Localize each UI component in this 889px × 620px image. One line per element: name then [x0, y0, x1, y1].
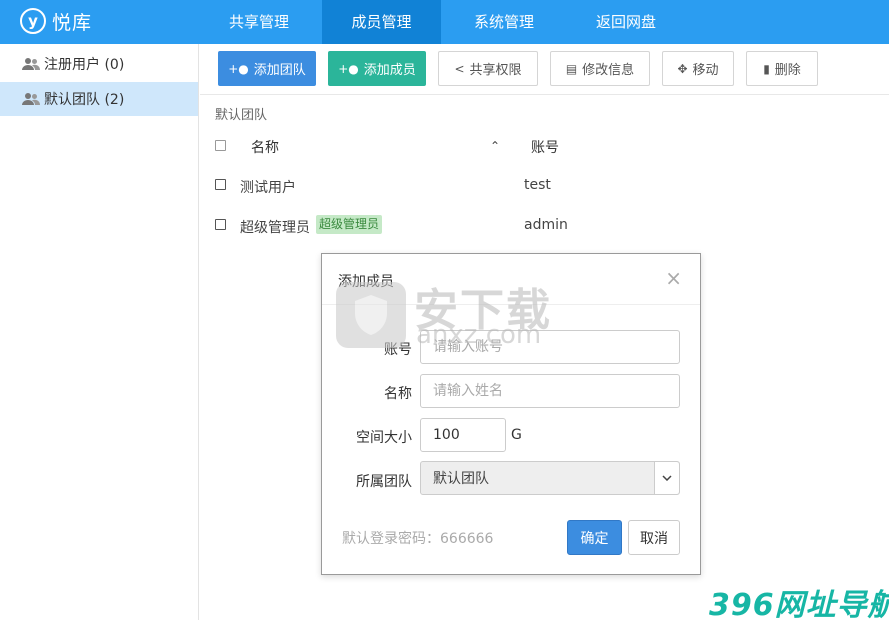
edit-info-label: 修改信息	[582, 63, 635, 78]
logo-text: 悦库	[52, 11, 93, 34]
select-all-checkbox[interactable]	[215, 140, 226, 151]
dialog-title: 添加成员	[338, 274, 394, 290]
table-row-account: admin	[524, 217, 568, 233]
move-button[interactable]: ✥ 移动	[662, 51, 734, 86]
space-size-label: 空间大小	[356, 430, 412, 446]
sidebar-item-default-team[interactable]: 默认团队 (2)	[0, 82, 198, 116]
space-unit: G	[511, 427, 522, 443]
row-checkbox[interactable]	[215, 179, 226, 190]
add-member-label: 添加成员	[363, 63, 416, 78]
delete-button[interactable]: ▮ 删除	[746, 51, 818, 86]
confirm-button[interactable]: 确定	[567, 520, 622, 555]
move-icon: ✥	[677, 61, 688, 76]
default-password-hint: 默认登录密码：666666	[342, 531, 494, 547]
nav-share-management[interactable]: 共享管理	[200, 0, 318, 44]
app-logo[interactable]: y 悦库	[20, 6, 92, 36]
top-nav-bar: y 悦库 共享管理 成员管理 系统管理 返回网盘	[0, 0, 889, 44]
team-select-value: 默认团队	[433, 471, 489, 487]
toolbar-divider	[200, 94, 889, 95]
users-icon	[22, 93, 40, 105]
nav-system-management[interactable]: 系统管理	[445, 0, 563, 44]
edit-icon: ▤	[565, 61, 578, 76]
cancel-button[interactable]: 取消	[628, 520, 680, 555]
team-select[interactable]: 默认团队	[420, 461, 680, 495]
trash-icon: ▮	[763, 61, 770, 76]
delete-label: 删除	[774, 63, 801, 78]
name-input[interactable]	[420, 374, 680, 408]
table-row-name[interactable]: 超级管理员	[240, 217, 310, 237]
add-user-icon: +●	[338, 61, 359, 76]
space-size-input[interactable]	[420, 418, 506, 452]
logo-icon: y	[20, 8, 46, 34]
column-header-name[interactable]: 名称	[251, 137, 279, 157]
add-team-button[interactable]: +● 添加团队	[218, 51, 316, 86]
sidebar: 注册用户 (0) 默认团队 (2)	[0, 44, 199, 620]
dialog-divider	[322, 304, 700, 305]
edit-info-button[interactable]: ▤ 修改信息	[550, 51, 650, 86]
share-icon: <	[454, 61, 465, 76]
close-icon[interactable]: ×	[665, 266, 682, 290]
account-input[interactable]	[420, 330, 680, 364]
admin-badge: 超级管理员	[316, 215, 383, 234]
nav-member-management[interactable]: 成员管理	[322, 0, 441, 44]
share-permission-button[interactable]: < 共享权限	[438, 51, 538, 86]
move-label: 移动	[692, 63, 719, 78]
row-checkbox[interactable]	[215, 219, 226, 230]
name-label: 名称	[384, 386, 412, 402]
add-user-icon: +●	[228, 61, 249, 76]
breadcrumb: 默认团队	[215, 108, 268, 123]
account-label: 账号	[384, 342, 412, 358]
chevron-down-icon	[654, 462, 679, 494]
table-row-name[interactable]: 测试用户	[240, 177, 296, 197]
users-icon	[22, 58, 40, 70]
sort-asc-icon[interactable]: ⌃	[490, 139, 500, 153]
nav-back-to-drive[interactable]: 返回网盘	[567, 0, 685, 44]
sidebar-item-label: 注册用户 (0)	[44, 57, 125, 73]
share-permission-label: 共享权限	[469, 63, 522, 78]
sidebar-item-registered-users[interactable]: 注册用户 (0)	[0, 47, 198, 81]
column-header-account[interactable]: 账号	[531, 137, 559, 157]
add-team-label: 添加团队	[253, 63, 306, 78]
sidebar-item-label: 默认团队 (2)	[44, 92, 125, 108]
site-watermark: 396网址导航	[709, 588, 889, 620]
add-member-button[interactable]: +● 添加成员	[328, 51, 426, 86]
table-row-account: test	[524, 177, 551, 193]
add-member-dialog: 添加成员 × 账号 名称 空间大小 G 所属团队 默认团队 默认登录密码：666…	[321, 253, 701, 575]
team-label: 所属团队	[356, 474, 412, 490]
